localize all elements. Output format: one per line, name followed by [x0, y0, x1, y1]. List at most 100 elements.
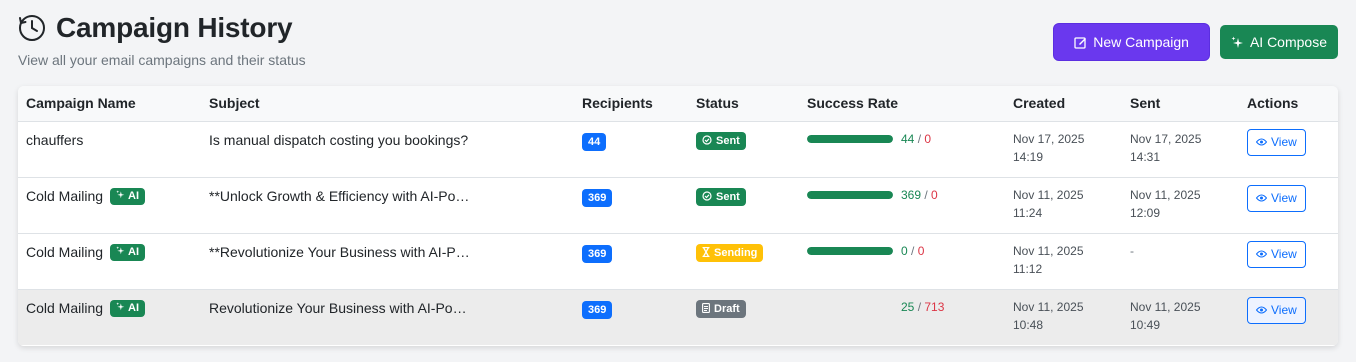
recipients-badge: 369: [582, 188, 613, 207]
campaign-name: Cold Mailing: [26, 300, 104, 316]
actions-cell: View: [1239, 121, 1338, 178]
success-progress-bar: [807, 190, 893, 199]
page-subtitle: View all your email campaigns and their …: [18, 52, 306, 68]
campaign-name: Cold Mailing: [26, 244, 104, 260]
page-header: Campaign History View all your email cam…: [18, 12, 306, 68]
failed-count: 0: [924, 131, 932, 146]
table-row: Cold Mailing AI **Revolutionize Your Bus…: [18, 233, 1338, 290]
success-rate-text: 25 / 713: [901, 299, 945, 314]
status-badge: Draft: [696, 300, 746, 318]
created-time: 10:48: [1013, 317, 1044, 332]
column-header-actions: Actions: [1239, 86, 1338, 122]
recipients-badge: 369: [582, 300, 613, 319]
edit-icon: [1074, 36, 1087, 49]
success-progress-fill: [807, 246, 893, 255]
sparkles-icon: [1231, 36, 1244, 49]
failed-count: 0: [917, 243, 925, 258]
ai-badge-label: AI: [128, 246, 140, 258]
campaign-name-cell: Cold Mailing AI: [18, 177, 201, 234]
document-icon: [702, 302, 710, 316]
campaign-name: Cold Mailing: [26, 188, 104, 204]
success-count: 369: [901, 187, 922, 202]
success-rate-text: 369 / 0: [901, 187, 938, 202]
page-title: Campaign History: [56, 12, 293, 43]
status-label: Draft: [714, 303, 740, 315]
status-label: Sent: [716, 191, 740, 203]
sent-cell: Nov 17, 2025 14:31: [1122, 121, 1239, 178]
created-time: 11:24: [1013, 205, 1043, 220]
success-progress-fill: [807, 190, 893, 199]
ai-badge: AI: [110, 243, 146, 261]
status-cell: Sent: [688, 121, 799, 178]
created-cell: Nov 11, 2025 11:24: [1005, 177, 1122, 234]
clock-icon: [18, 14, 46, 42]
success-rate-cell: 369 / 0: [799, 177, 1005, 234]
success-rate-cell: 0 / 0: [799, 233, 1005, 290]
new-campaign-button[interactable]: New Campaign: [1053, 23, 1210, 61]
success-count: 44: [901, 131, 915, 146]
ai-compose-button[interactable]: AI Compose: [1219, 25, 1338, 59]
sparkles-icon: [116, 190, 125, 202]
view-button[interactable]: View: [1247, 296, 1306, 324]
column-header-subject: Subject: [201, 86, 574, 122]
failed-count: 0: [931, 187, 938, 202]
failed-count: 713: [924, 299, 945, 314]
success-count: 0: [901, 243, 908, 258]
status-label: Sending: [714, 247, 758, 259]
ai-badge-label: AI: [128, 190, 140, 202]
subject-cell: **Revolutionize Your Business with AI-P…: [201, 233, 574, 290]
campaign-name-cell: Cold Mailing AI: [18, 289, 201, 345]
check-circle-icon: [702, 134, 712, 148]
check-circle-icon: [702, 190, 712, 204]
recipients-badge: 369: [582, 244, 613, 263]
eye-icon: [1255, 247, 1268, 261]
status-label: Sent: [716, 135, 740, 147]
eye-icon: [1255, 135, 1268, 149]
success-rate-text: 0 / 0: [901, 243, 925, 258]
created-time: 11:12: [1013, 261, 1043, 276]
status-cell: Sending: [688, 233, 799, 290]
campaign-table-card: Campaign Name Subject Recipients Status …: [18, 86, 1338, 346]
sent-date: -: [1130, 243, 1134, 258]
campaign-name: chauffers: [26, 131, 84, 148]
view-label: View: [1271, 191, 1297, 205]
success-progress-fill: [807, 134, 893, 143]
table-header-row: Campaign Name Subject Recipients Status …: [18, 86, 1338, 122]
sparkles-icon: [116, 302, 125, 314]
success-progress-bar: [807, 303, 893, 311]
success-rate-cell: 25 / 713: [799, 289, 1005, 345]
campaign-table: Campaign Name Subject Recipients Status …: [18, 86, 1338, 345]
title-row: Campaign History: [18, 12, 306, 44]
table-row: chauffers Is manual dispatch costing you…: [18, 121, 1338, 178]
sent-time: 14:31: [1130, 149, 1161, 164]
status-badge: Sent: [696, 132, 746, 150]
sparkles-icon: [116, 246, 125, 258]
view-label: View: [1271, 303, 1297, 317]
column-header-sent: Sent: [1122, 86, 1239, 122]
created-cell: Nov 11, 2025 11:12: [1005, 233, 1122, 290]
recipients-cell: 369: [574, 177, 688, 234]
eye-icon: [1255, 191, 1268, 205]
view-button[interactable]: View: [1247, 240, 1306, 268]
sent-time: 12:09: [1130, 205, 1161, 220]
view-label: View: [1271, 247, 1297, 261]
success-count: 25: [901, 299, 915, 314]
created-time: 14:19: [1013, 149, 1044, 164]
view-button[interactable]: View: [1247, 128, 1306, 156]
status-badge: Sent: [696, 188, 746, 206]
success-rate-text: 44 / 0: [901, 131, 932, 146]
hourglass-icon: [702, 246, 710, 260]
column-header-recipients: Recipients: [574, 86, 688, 122]
column-header-created: Created: [1005, 86, 1122, 122]
table-row: Cold Mailing AI Revolutionize Your Busin…: [18, 289, 1338, 345]
header-actions: New Campaign AI Compose: [1053, 23, 1338, 61]
recipients-cell: 44: [574, 121, 688, 178]
status-cell: Sent: [688, 177, 799, 234]
success-progress-bar: [807, 134, 893, 143]
view-label: View: [1271, 135, 1297, 149]
view-button[interactable]: View: [1247, 184, 1306, 212]
created-cell: Nov 17, 2025 14:19: [1005, 121, 1122, 178]
sent-cell: Nov 11, 2025 10:49: [1122, 289, 1239, 345]
ai-badge-label: AI: [128, 302, 140, 314]
subject-cell: Revolutionize Your Business with AI-Po…: [201, 289, 574, 345]
